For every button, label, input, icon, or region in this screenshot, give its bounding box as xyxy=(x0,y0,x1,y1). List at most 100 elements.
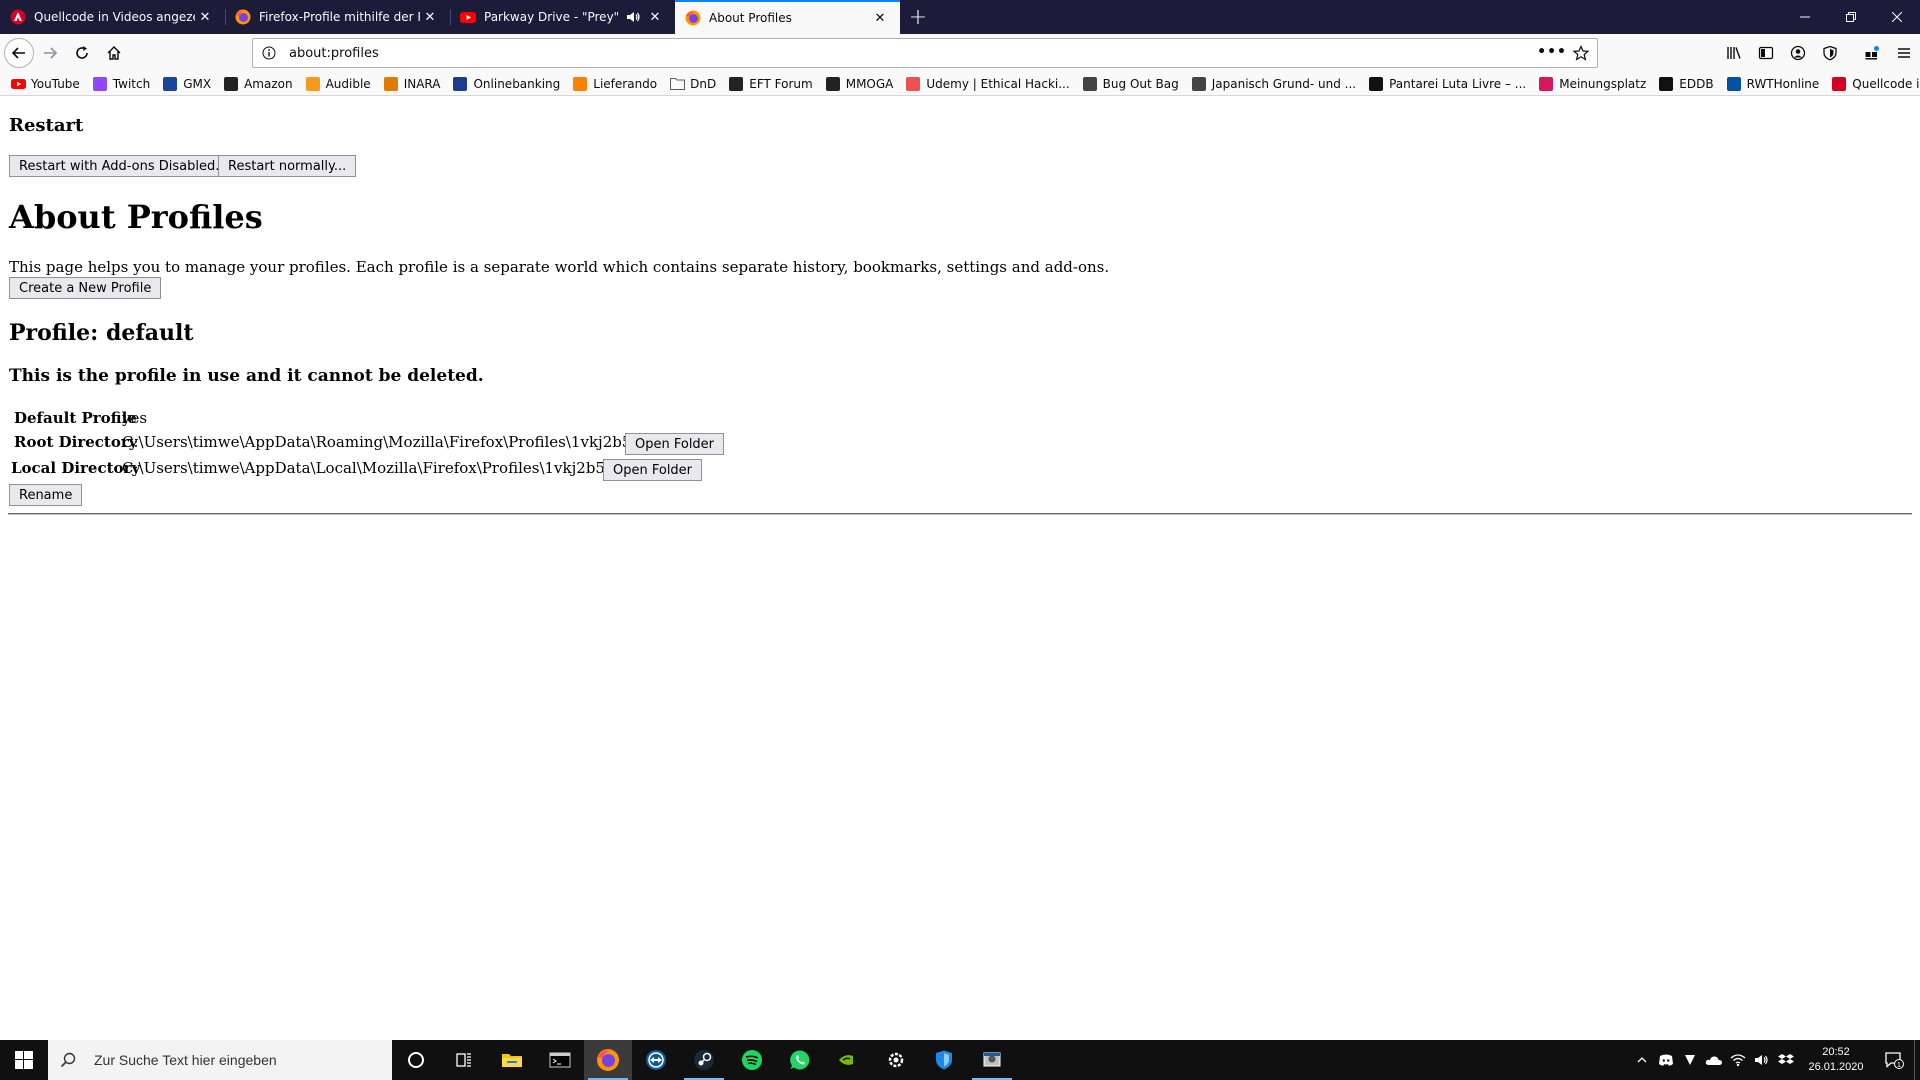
page-content: Restart Restart with Add-ons Disabled...… xyxy=(0,96,1920,1040)
rwth-icon xyxy=(1726,76,1742,92)
open-root-folder-button[interactable]: Open Folder xyxy=(625,433,725,455)
bookmark-onlinebanking[interactable]: Onlinebanking xyxy=(452,76,560,92)
create-profile-button[interactable]: Create a New Profile xyxy=(9,277,162,299)
bookmark-youtube[interactable]: YouTube xyxy=(10,76,80,92)
search-icon xyxy=(60,1052,80,1068)
bookmark-bug-out-bag[interactable]: Bug Out Bag xyxy=(1082,76,1179,92)
japanisch-icon xyxy=(1191,76,1207,92)
windows-start-icon[interactable] xyxy=(0,1040,48,1080)
close-tab-icon[interactable]: ✕ xyxy=(195,7,215,27)
sidebar-icon[interactable] xyxy=(1750,37,1782,69)
steelseries-icon[interactable] xyxy=(872,1040,920,1080)
hamburger-menu-icon[interactable] xyxy=(1888,37,1920,69)
reload-icon[interactable] xyxy=(66,37,98,69)
notification-center-icon[interactable]: 1 xyxy=(1874,1040,1914,1080)
account-icon[interactable] xyxy=(1782,37,1814,69)
root-directory-value: C:\Users\timwe\AppData\Roaming\Mozilla\F… xyxy=(122,433,701,451)
bookmark-gmx[interactable]: GMX xyxy=(162,76,211,92)
system-clock[interactable]: 20:52 26.01.2020 xyxy=(1798,1045,1874,1075)
shield-icon[interactable] xyxy=(1814,37,1846,69)
root-directory-label: Root Directory xyxy=(14,433,138,451)
bookmark-dnd[interactable]: DnD xyxy=(669,76,716,92)
bookmark-lieferando[interactable]: Lieferando xyxy=(572,76,657,92)
bookmark-twitch[interactable]: Twitch xyxy=(92,76,150,92)
bookmark-star-icon[interactable] xyxy=(1571,43,1591,63)
setup-icon[interactable] xyxy=(968,1040,1016,1080)
whatsapp-icon[interactable] xyxy=(776,1040,824,1080)
new-tab-button[interactable]: + xyxy=(900,0,936,34)
restart-normally-button[interactable]: Restart normally... xyxy=(218,155,357,177)
steam-icon[interactable] xyxy=(680,1040,728,1080)
file-explorer-icon[interactable] xyxy=(488,1040,536,1080)
bookmark-rwthonline[interactable]: RWTHonline xyxy=(1726,76,1820,92)
bookmark-pantarei-luta-livre[interactable]: Pantarei Luta Livre – ... xyxy=(1368,76,1526,92)
chevron-up-icon[interactable] xyxy=(1630,1040,1654,1080)
page-actions-menu-icon[interactable]: ••• xyxy=(1537,44,1567,60)
forward-icon[interactable] xyxy=(34,37,66,69)
local-directory-label: Local Directory xyxy=(11,459,141,477)
bookmark-label: YouTube xyxy=(31,76,80,91)
bitdefender-icon[interactable] xyxy=(920,1040,968,1080)
toolbar-right xyxy=(1718,34,1920,72)
bookmark-meinungsplatz[interactable]: Meinungsplatz xyxy=(1538,76,1646,92)
extensions-icon[interactable] xyxy=(1856,37,1888,69)
close-tab-icon[interactable]: ✕ xyxy=(870,8,890,28)
tab-quellcode[interactable]: Quellcode in Videos angezeigt ✕ xyxy=(0,0,225,34)
spotify-icon[interactable] xyxy=(728,1040,776,1080)
gmx-icon xyxy=(162,76,178,92)
restore-icon[interactable] xyxy=(1828,0,1874,34)
nvidia-icon[interactable] xyxy=(824,1040,872,1080)
windows-taskbar: Zur Suche Text hier eingeben 20:52 26.01… xyxy=(0,1040,1920,1080)
taskbar-search-box[interactable]: Zur Suche Text hier eingeben xyxy=(48,1040,392,1080)
close-tab-icon[interactable]: ✕ xyxy=(420,7,440,27)
wifi-icon[interactable] xyxy=(1726,1040,1750,1080)
close-window-icon[interactable] xyxy=(1874,0,1920,34)
udemy-icon xyxy=(905,76,921,92)
bookmark-udemy-ethical-hacki[interactable]: Udemy | Ethical Hacki... xyxy=(905,76,1070,92)
back-icon[interactable] xyxy=(4,38,34,68)
bookmark-label: RWTHonline xyxy=(1746,76,1820,91)
notification-count: 1 xyxy=(1897,1062,1901,1069)
volume-icon[interactable] xyxy=(1750,1040,1774,1080)
cortana-icon[interactable] xyxy=(392,1040,440,1080)
firefox-icon[interactable] xyxy=(584,1040,632,1080)
onedrive-icon[interactable] xyxy=(1702,1040,1726,1080)
discord-icon[interactable] xyxy=(1654,1040,1678,1080)
bookmark-eft-forum[interactable]: EFT Forum xyxy=(728,76,813,92)
show-desktop-button[interactable] xyxy=(1914,1040,1920,1080)
local-directory-value: C:\Users\timwe\AppData\Local\Mozilla\Fir… xyxy=(122,459,675,477)
open-local-folder-button[interactable]: Open Folder xyxy=(603,459,703,481)
url-input[interactable]: about:profiles xyxy=(289,46,379,61)
info-icon[interactable] xyxy=(259,43,279,63)
bookmark-label: Meinungsplatz xyxy=(1559,76,1647,91)
bookmark-label: Udemy | Ethical Hacki... xyxy=(926,76,1070,91)
search-placeholder: Zur Suche Text hier eingeben xyxy=(94,1052,277,1068)
tab-youtube[interactable]: Parkway Drive - "Prey" - You ✕ xyxy=(450,0,675,34)
teamviewer-icon[interactable] xyxy=(632,1040,680,1080)
bookmark-eddb[interactable]: EDDB xyxy=(1658,76,1714,92)
meinungsplatz-icon xyxy=(1538,76,1554,92)
tab-firefox-profile[interactable]: Firefox-Profile mithilfe der Prof ✕ xyxy=(225,0,450,34)
tab-about-profiles[interactable]: About Profiles ✕ xyxy=(675,0,900,34)
bookmark-amazon[interactable]: Amazon xyxy=(223,76,293,92)
bookmark-quellcode-in-videos-a[interactable]: Quellcode in Videos a... xyxy=(1831,76,1920,92)
bookmark-audible[interactable]: Audible xyxy=(305,76,371,92)
speaker-icon[interactable] xyxy=(625,9,641,25)
minimize-icon[interactable] xyxy=(1782,0,1828,34)
library-icon[interactable] xyxy=(1718,37,1750,69)
bookmark-inara[interactable]: INARA xyxy=(383,76,440,92)
bookmark-mmoga[interactable]: MMOGA xyxy=(825,76,893,92)
url-bar[interactable]: about:profiles ••• xyxy=(252,38,1598,68)
clock-date: 26.01.2020 xyxy=(1808,1061,1864,1073)
home-icon[interactable] xyxy=(98,37,130,69)
restart-addons-disabled-button[interactable]: Restart with Add-ons Disabled... xyxy=(9,155,238,177)
bookmark-japanisch-grund-und[interactable]: Japanisch Grund- und ... xyxy=(1191,76,1356,92)
dropbox-icon[interactable] xyxy=(1774,1040,1798,1080)
terminal-icon[interactable] xyxy=(536,1040,584,1080)
close-tab-icon[interactable]: ✕ xyxy=(645,7,665,27)
bookmark-label: DnD xyxy=(690,76,717,91)
task-view-icon[interactable] xyxy=(440,1040,488,1080)
tray-app-icon[interactable] xyxy=(1678,1040,1702,1080)
rename-profile-button[interactable]: Rename xyxy=(9,484,83,506)
bookmark-label: Onlinebanking xyxy=(473,76,561,91)
